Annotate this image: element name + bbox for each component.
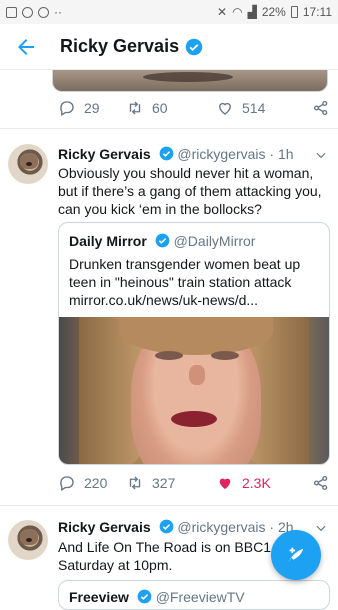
like-button[interactable]: 2.3K — [216, 474, 302, 492]
quoted-tweet[interactable]: Freeview @FreeviewTV — [58, 580, 330, 610]
author-handle: @rickygervais — [177, 146, 266, 162]
retweet-button[interactable]: 327 — [126, 474, 216, 492]
divider — [0, 128, 338, 129]
tweet-actions: 220 327 2.3K — [58, 471, 330, 495]
heart-icon — [219, 478, 231, 489]
divider — [0, 505, 338, 506]
notification-icons: ·· — [6, 5, 62, 19]
share-icon — [313, 475, 328, 491]
more-notifications-icon: ·· — [54, 5, 62, 19]
share-button[interactable] — [312, 474, 330, 492]
page-title: Ricky Gervais — [60, 36, 180, 56]
verified-icon — [159, 519, 173, 534]
separator-dot: · — [269, 519, 275, 535]
reply-button[interactable]: 220 — [58, 474, 126, 492]
heart-icon — [219, 102, 231, 115]
gallery-icon — [6, 6, 17, 18]
tweet-text: Obviously you should never hit a woman, … — [58, 165, 322, 217]
retweet-icon — [129, 101, 141, 115]
app-bar: Ricky Gervais — [0, 24, 338, 70]
quoted-author-name: Daily Mirror — [69, 233, 147, 249]
chevron-down-icon[interactable] — [314, 521, 328, 535]
retweet-count: 327 — [152, 475, 176, 491]
previous-tweet-actions: 29 60 514 — [58, 96, 330, 120]
like-button[interactable]: 514 — [216, 99, 302, 117]
reply-icon — [60, 101, 74, 116]
verified-icon — [137, 589, 152, 604]
battery-level: 22% — [261, 5, 286, 19]
retweet-icon — [129, 476, 141, 490]
like-count: 2.3K — [242, 475, 271, 491]
verified-icon — [185, 38, 203, 55]
avatar[interactable] — [8, 144, 48, 184]
author-name[interactable]: Ricky Gervais — [58, 519, 151, 535]
mute-icon: ✕ — [217, 5, 228, 19]
reply-count: 220 — [84, 475, 108, 491]
battery-icon — [290, 6, 298, 18]
quoted-tweet-text: Drunken transgender women beat up teen i… — [69, 256, 301, 308]
reply-count: 29 — [84, 100, 100, 116]
quoted-tweet-header: Daily Mirror @DailyMirror — [59, 223, 329, 249]
signal-icon: ▟ — [247, 5, 257, 19]
wifi-icon: ◠ — [232, 5, 243, 19]
share-button[interactable] — [312, 99, 330, 117]
quoted-tweet-header: Freeview @FreeviewTV — [59, 581, 329, 605]
quoted-author-handle: @FreeviewTV — [155, 589, 245, 605]
whatsapp-icon — [22, 6, 33, 18]
messenger-icon — [38, 6, 49, 18]
back-arrow-icon[interactable] — [14, 35, 38, 59]
author-name[interactable]: Ricky Gervais — [58, 146, 151, 162]
author-handle: @rickygervais — [177, 519, 266, 535]
tweet-time: 1h — [277, 146, 294, 162]
separator-dot: · — [269, 146, 275, 162]
retweet-button[interactable]: 60 — [126, 99, 216, 117]
reply-icon — [60, 476, 74, 491]
verified-icon — [155, 233, 170, 248]
previous-tweet-media[interactable] — [52, 70, 328, 92]
chevron-down-icon[interactable] — [314, 148, 328, 162]
verified-icon — [159, 146, 173, 161]
tweet-header: Ricky Gervais @rickygervais · 1h — [58, 146, 294, 162]
like-count: 514 — [242, 100, 266, 116]
quoted-author-handle: @DailyMirror — [173, 233, 256, 249]
share-icon — [313, 100, 328, 116]
compose-tweet-button[interactable] — [271, 530, 321, 580]
quoted-author-name: Freeview — [69, 589, 129, 605]
reply-button[interactable]: 29 — [58, 99, 126, 117]
avatar[interactable] — [8, 520, 48, 560]
retweet-count: 60 — [152, 100, 168, 116]
clock: 17:11 — [302, 5, 332, 19]
compose-icon — [288, 547, 304, 563]
quoted-tweet[interactable]: Daily Mirror @DailyMirror Drunken transg… — [58, 222, 330, 465]
status-bar: ·· ✕ ◠ ▟ 22% 17:11 — [0, 0, 338, 24]
quoted-tweet-image[interactable] — [59, 317, 329, 464]
tweet-header: Ricky Gervais @rickygervais · 2h — [58, 519, 294, 535]
